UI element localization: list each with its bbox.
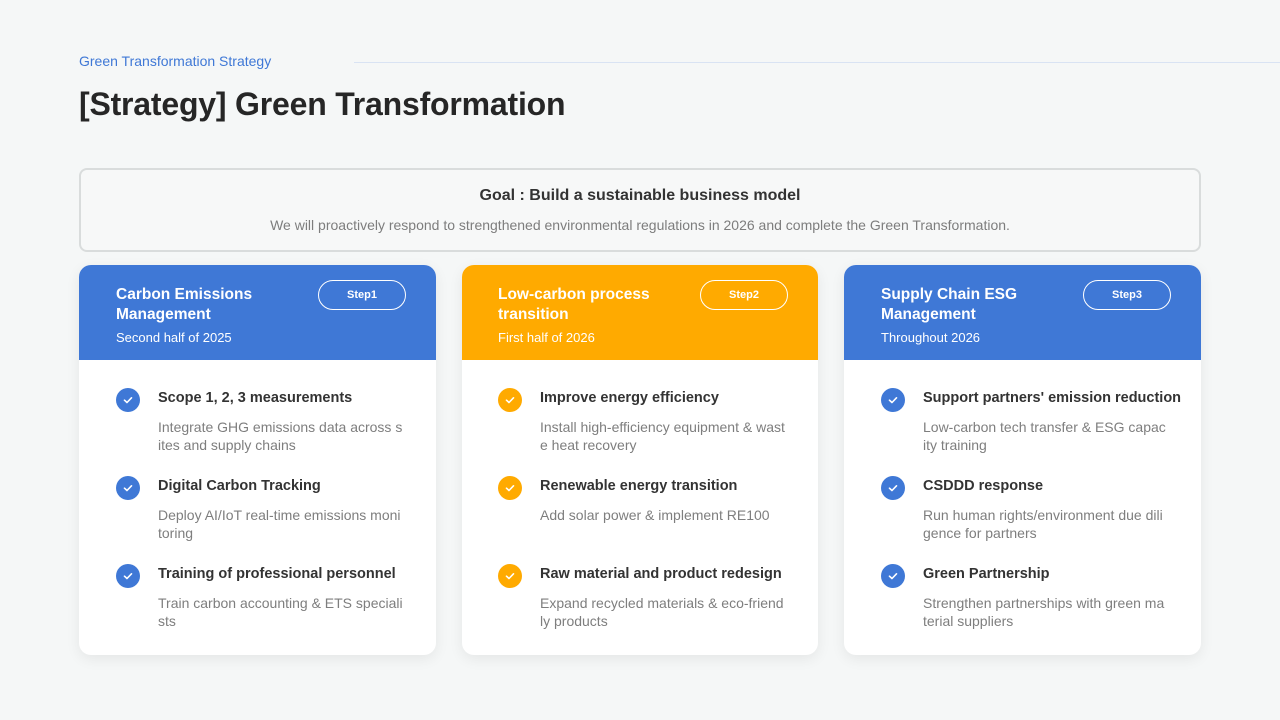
list-item: Renewable energy transition Add solar po… bbox=[498, 476, 818, 564]
item-title: Raw material and product redesign bbox=[540, 566, 782, 582]
list-item: Improve energy efficiency Install high-e… bbox=[498, 388, 818, 476]
item-description: Expand recycled materials & eco-friendly… bbox=[540, 595, 784, 629]
list-item: CSDDD response Run human rights/environm… bbox=[881, 476, 1201, 564]
eyebrow-label: Green Transformation Strategy bbox=[79, 53, 272, 69]
eyebrow-divider bbox=[354, 62, 1280, 63]
item-title: Green Partnership bbox=[923, 566, 1050, 582]
step-badge: Step3 bbox=[1083, 280, 1171, 310]
item-description: Deploy AI/IoT real-time emissions monito… bbox=[158, 507, 401, 541]
item-title: Renewable energy transition bbox=[540, 478, 738, 494]
strategy-card-step2: Low-carbon process transition First half… bbox=[462, 265, 818, 655]
check-icon bbox=[498, 476, 522, 500]
item-description: Strengthen partnerships with green mater… bbox=[923, 595, 1165, 629]
list-item: Scope 1, 2, 3 measurements Integrate GHG… bbox=[116, 388, 436, 476]
card-header: Supply Chain ESG Management Throughout 2… bbox=[844, 265, 1201, 360]
item-description: Train carbon accounting & ETS specialist… bbox=[158, 595, 403, 629]
card-header: Carbon Emissions Management Second half … bbox=[79, 265, 436, 360]
card-period: Second half of 2025 bbox=[116, 330, 232, 345]
list-item: Digital Carbon Tracking Deploy AI/IoT re… bbox=[116, 476, 436, 564]
check-icon bbox=[881, 564, 905, 588]
goal-description: We will proactively respond to strengthe… bbox=[270, 217, 1010, 233]
list-item: Green Partnership Strengthen partnership… bbox=[881, 564, 1201, 652]
card-period: Throughout 2026 bbox=[881, 330, 981, 345]
item-title: Training of professional personnel bbox=[158, 566, 396, 582]
strategy-card-step1: Carbon Emissions Management Second half … bbox=[79, 265, 436, 655]
goal-title: Goal : Build a sustainable business mode… bbox=[479, 187, 801, 204]
item-description: Add solar power & implement RE100 bbox=[540, 507, 770, 523]
card-period: First half of 2026 bbox=[498, 330, 595, 345]
item-description: Low-carbon tech transfer & ESG capacity … bbox=[923, 419, 1166, 453]
item-title: Support partners' emission reduction bbox=[923, 390, 1182, 406]
item-title: Scope 1, 2, 3 measurements bbox=[158, 390, 353, 406]
item-title: Improve energy efficiency bbox=[540, 390, 719, 406]
list-item: Raw material and product redesign Expand… bbox=[498, 564, 818, 652]
card-item-list: Improve energy efficiency Install high-e… bbox=[462, 360, 818, 652]
check-icon bbox=[881, 476, 905, 500]
card-header: Low-carbon process transition First half… bbox=[462, 265, 818, 360]
check-icon bbox=[498, 564, 522, 588]
card-item-list: Scope 1, 2, 3 measurements Integrate GHG… bbox=[79, 360, 436, 652]
card-title: Low-carbon process transition bbox=[498, 286, 650, 323]
page-title: [Strategy] Green Transformation bbox=[79, 86, 566, 122]
goal-box: Goal : Build a sustainable business mode… bbox=[79, 168, 1201, 252]
check-icon bbox=[498, 388, 522, 412]
list-item: Training of professional personnel Train… bbox=[116, 564, 436, 652]
strategy-card-step3: Supply Chain ESG Management Throughout 2… bbox=[844, 265, 1201, 655]
check-icon bbox=[116, 388, 140, 412]
item-description: Install high-efficiency equipment & wast… bbox=[540, 419, 785, 453]
item-description: Integrate GHG emissions data across site… bbox=[158, 419, 403, 453]
check-icon bbox=[116, 476, 140, 500]
item-title: Digital Carbon Tracking bbox=[158, 478, 321, 494]
check-icon bbox=[116, 564, 140, 588]
item-title: CSDDD response bbox=[923, 478, 1044, 494]
card-title: Supply Chain ESG Management bbox=[881, 286, 1018, 323]
card-item-list: Support partners' emission reduction Low… bbox=[844, 360, 1201, 652]
card-title: Carbon Emissions Management bbox=[116, 286, 253, 323]
list-item: Support partners' emission reduction Low… bbox=[881, 388, 1201, 476]
step-badge: Step1 bbox=[318, 280, 406, 310]
step-badge: Step2 bbox=[700, 280, 788, 310]
check-icon bbox=[881, 388, 905, 412]
item-description: Run human rights/environment due diligen… bbox=[923, 507, 1163, 541]
